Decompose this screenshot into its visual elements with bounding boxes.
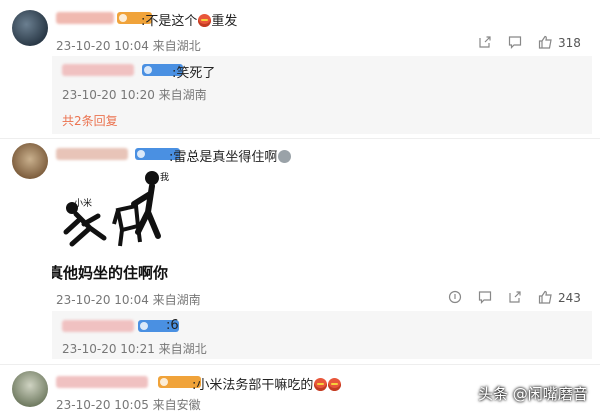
sweat-emoji-icon <box>278 150 292 163</box>
username-blurred[interactable] <box>56 148 128 160</box>
comment-text: :雷总是真坐得住啊 <box>169 146 292 165</box>
meme-caption: 真他妈坐的住啊你 <box>52 264 169 282</box>
like-count: 243 <box>558 291 581 305</box>
meme-figure-icon <box>63 171 161 247</box>
like-count: 318 <box>558 36 581 50</box>
reply-text: :6 <box>166 318 179 333</box>
like-icon[interactable] <box>538 35 553 49</box>
avatar[interactable] <box>12 371 48 407</box>
forward-icon[interactable] <box>508 290 522 304</box>
comment-icon[interactable] <box>478 290 492 304</box>
watermark: 头条 @闲嘴磨音 <box>478 385 588 403</box>
more-replies-link[interactable]: 共2条回复 <box>62 112 118 129</box>
avatar[interactable] <box>12 143 48 179</box>
angry-emoji-icon <box>198 14 212 27</box>
comment-text: :小米法务部干嘛吃的 <box>192 374 342 393</box>
comment-icon[interactable] <box>508 35 522 49</box>
reply-username-blurred[interactable] <box>62 64 134 76</box>
share-icon[interactable] <box>478 35 492 49</box>
comment-meta: 23-10-20 10:05 来自安徽 <box>56 398 201 412</box>
meme-image[interactable]: 小米 我 真他妈坐的住啊你 <box>52 166 170 284</box>
share-icon[interactable] <box>448 290 462 304</box>
meme-label-left: 小米 <box>74 199 93 209</box>
angry-emoji-icon <box>328 378 342 391</box>
reply-meta: 23-10-20 10:21 来自湖北 <box>62 342 207 356</box>
avatar[interactable] <box>12 10 48 46</box>
like-icon[interactable] <box>538 290 553 304</box>
reply-text: :笑死了 <box>172 66 216 81</box>
comment-meta: 23-10-20 10:04 来自湖南 <box>56 293 201 307</box>
username-blurred[interactable] <box>56 376 148 388</box>
divider <box>0 364 600 365</box>
angry-emoji-icon <box>314 378 328 391</box>
comment-text: :不是这个 重发 <box>141 14 238 29</box>
username-blurred[interactable] <box>56 12 114 24</box>
reply-username-blurred[interactable] <box>62 320 134 332</box>
reply-meta: 23-10-20 10:20 来自湖南 <box>62 88 207 102</box>
meme-label-right: 我 <box>160 173 170 183</box>
divider <box>0 138 600 139</box>
comment-meta: 23-10-20 10:04 来自湖北 <box>56 39 201 53</box>
